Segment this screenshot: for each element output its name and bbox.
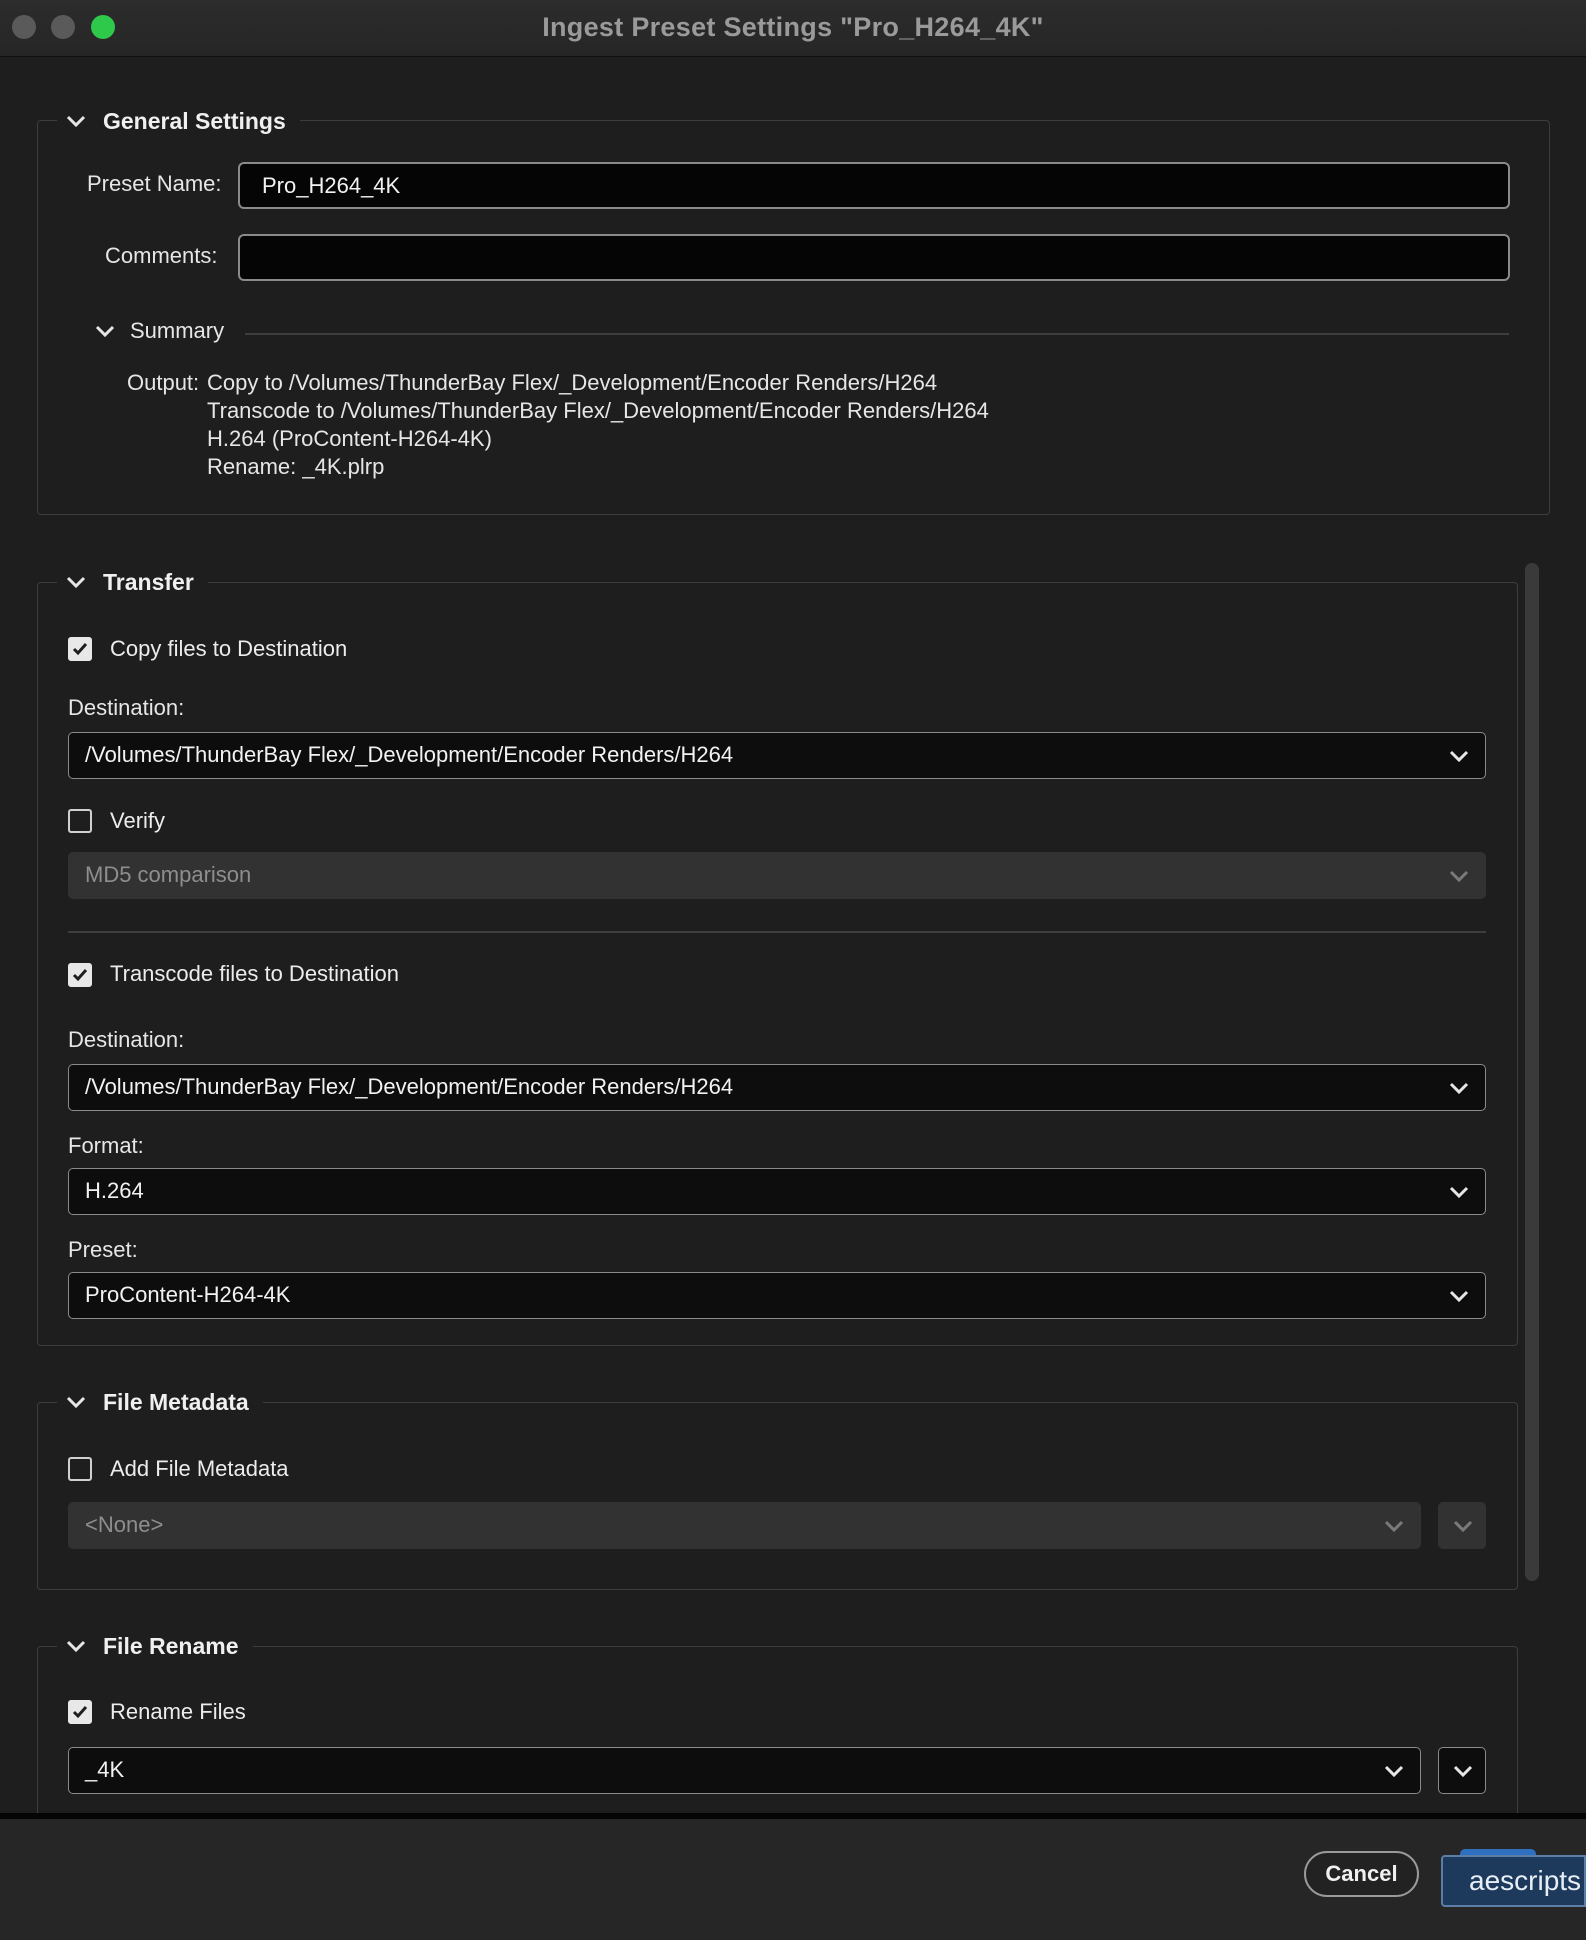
chevron-down-icon	[1449, 750, 1469, 763]
summary-line: Transcode to /Volumes/ThunderBay Flex/_D…	[207, 398, 989, 423]
chevron-down-icon	[95, 325, 115, 338]
chevron-down-icon	[66, 1396, 86, 1409]
add-file-metadata-checkbox[interactable]	[68, 1457, 92, 1481]
cancel-button[interactable]: Cancel	[1304, 1851, 1419, 1897]
preset-dropdown[interactable]: ProContent-H264-4K	[68, 1272, 1486, 1319]
copy-destination-dropdown[interactable]: /Volumes/ThunderBay Flex/_Development/En…	[68, 732, 1486, 779]
summary-title: Summary	[130, 318, 225, 343]
summary-line: Copy to /Volumes/ThunderBay Flex/_Develo…	[207, 370, 938, 395]
checkmark-icon	[72, 643, 88, 656]
copy-files-label: Copy files to Destination	[110, 636, 348, 661]
transcode-files-label: Transcode files to Destination	[110, 961, 399, 986]
transfer-header[interactable]: Transfer	[57, 564, 208, 600]
chevron-down-icon	[1453, 1765, 1473, 1778]
checkmark-icon	[72, 1706, 88, 1719]
copy-destination-label: Destination:	[68, 695, 185, 720]
verify-method-dropdown[interactable]: MD5 comparison	[68, 852, 1486, 899]
verify-method-value: MD5 comparison	[85, 862, 252, 887]
transfer-title: Transfer	[103, 568, 194, 595]
verify-label: Verify	[110, 808, 166, 833]
metadata-options-button[interactable]	[1438, 1502, 1486, 1549]
copy-destination-value: /Volumes/ThunderBay Flex/_Development/En…	[85, 742, 734, 767]
rename-options-button[interactable]	[1438, 1747, 1486, 1794]
transfer-divider	[68, 931, 1486, 933]
format-label: Format:	[68, 1133, 144, 1158]
chevron-down-icon	[66, 576, 86, 589]
chevron-down-icon	[66, 115, 86, 128]
file-metadata-group	[37, 1402, 1518, 1590]
preset-label: Preset:	[68, 1237, 138, 1262]
metadata-template-value: <None>	[85, 1512, 164, 1537]
scrollbar-thumb[interactable]	[1525, 563, 1539, 1581]
file-metadata-header[interactable]: File Metadata	[57, 1384, 263, 1420]
chevron-down-icon	[1449, 1290, 1469, 1303]
summary-divider	[245, 333, 1509, 335]
general-settings-title: General Settings	[103, 107, 286, 134]
ok-button[interactable]: aescripts	[1441, 1855, 1586, 1907]
preset-name-input[interactable]: Pro_H264_4K	[238, 162, 1510, 209]
rename-preset-value: _4K	[85, 1757, 125, 1782]
preset-name-label: Preset Name:	[87, 171, 222, 196]
file-metadata-title: File Metadata	[103, 1388, 249, 1415]
copy-files-checkbox[interactable]	[68, 637, 92, 661]
summary-header[interactable]: Summary	[94, 318, 224, 344]
transcode-destination-value: /Volumes/ThunderBay Flex/_Development/En…	[85, 1074, 734, 1099]
general-settings-header[interactable]: General Settings	[57, 103, 300, 139]
file-rename-header[interactable]: File Rename	[57, 1628, 253, 1664]
preset-value: ProContent-H264-4K	[85, 1282, 291, 1307]
metadata-template-dropdown[interactable]: <None>	[68, 1502, 1421, 1549]
transcode-destination-label: Destination:	[68, 1027, 185, 1052]
summary-line: Rename: _4K.plrp	[207, 454, 385, 479]
summary-line: H.264 (ProContent-H264-4K)	[207, 426, 492, 451]
comments-label: Comments:	[105, 243, 218, 268]
rename-files-checkbox[interactable]	[68, 1700, 92, 1724]
window-titlebar: Ingest Preset Settings "Pro_H264_4K"	[0, 0, 1586, 57]
transcode-files-checkbox[interactable]	[68, 963, 92, 987]
chevron-down-icon	[1449, 1186, 1469, 1199]
chevron-down-icon	[1449, 870, 1469, 883]
comments-input[interactable]	[238, 234, 1510, 281]
rename-files-label: Rename Files	[110, 1699, 246, 1724]
chevron-down-icon	[1384, 1520, 1404, 1533]
format-value: H.264	[85, 1178, 144, 1203]
file-rename-title: File Rename	[103, 1632, 239, 1659]
chevron-down-icon	[1384, 1765, 1404, 1778]
checkmark-icon	[72, 969, 88, 982]
chevron-down-icon	[1449, 1082, 1469, 1095]
rename-preset-dropdown[interactable]: _4K	[68, 1747, 1421, 1794]
verify-checkbox[interactable]	[68, 809, 92, 833]
add-file-metadata-label: Add File Metadata	[110, 1456, 289, 1481]
chevron-down-icon	[1453, 1520, 1473, 1533]
window-title: Ingest Preset Settings "Pro_H264_4K"	[542, 12, 1044, 42]
file-rename-group	[37, 1646, 1518, 1828]
summary-output-label: Output:	[127, 370, 200, 395]
chevron-down-icon	[66, 1640, 86, 1653]
transcode-destination-dropdown[interactable]: /Volumes/ThunderBay Flex/_Development/En…	[68, 1064, 1486, 1111]
format-dropdown[interactable]: H.264	[68, 1168, 1486, 1215]
